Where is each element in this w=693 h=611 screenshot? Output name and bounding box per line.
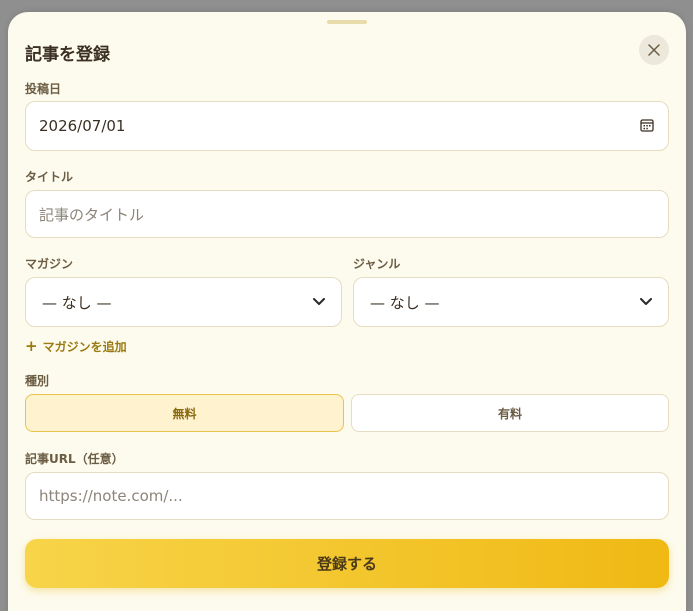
calendar-icon[interactable]: [640, 118, 654, 132]
url-label: 記事URL（任意）: [25, 452, 124, 466]
add-magazine-button[interactable]: + マガジンを追加: [25, 338, 127, 355]
type-option-paid[interactable]: 有料: [351, 394, 669, 432]
genre-label: ジャンル: [353, 257, 401, 271]
add-magazine-label: マガジンを追加: [42, 340, 127, 354]
magazine-selected: — なし —: [42, 293, 112, 312]
genre-selected: — なし —: [370, 293, 440, 312]
date-label: 投稿日: [25, 82, 62, 96]
drag-handle[interactable]: [327, 20, 367, 24]
close-icon: [648, 44, 660, 56]
date-value: 2026/07/01: [39, 117, 126, 135]
close-button[interactable]: [639, 35, 669, 65]
register-article-modal: 記事を登録 投稿日 2026/07/01 タイトル 記事のタイトル マガジン ジ…: [8, 12, 686, 611]
modal-title: 記事を登録: [25, 45, 110, 65]
genre-select[interactable]: — なし —: [353, 277, 669, 327]
submit-label: 登録する: [316, 555, 377, 573]
chevron-down-icon: [640, 298, 652, 305]
date-input[interactable]: 2026/07/01: [25, 101, 669, 151]
submit-button[interactable]: 登録する: [25, 539, 669, 588]
type-option-paid-label: 有料: [497, 406, 522, 421]
magazine-select[interactable]: — なし —: [25, 277, 342, 327]
url-input[interactable]: https://note.com/...: [25, 472, 669, 520]
type-option-free[interactable]: 無料: [25, 394, 344, 432]
plus-icon: +: [25, 337, 38, 355]
url-placeholder: https://note.com/...: [39, 487, 183, 505]
title-label: タイトル: [25, 170, 74, 184]
title-placeholder: 記事のタイトル: [39, 205, 145, 224]
chevron-down-icon: [313, 298, 325, 305]
type-label: 種別: [25, 374, 50, 388]
magazine-label: マガジン: [25, 257, 74, 271]
title-input[interactable]: 記事のタイトル: [25, 190, 669, 238]
type-option-free-label: 無料: [172, 406, 197, 421]
